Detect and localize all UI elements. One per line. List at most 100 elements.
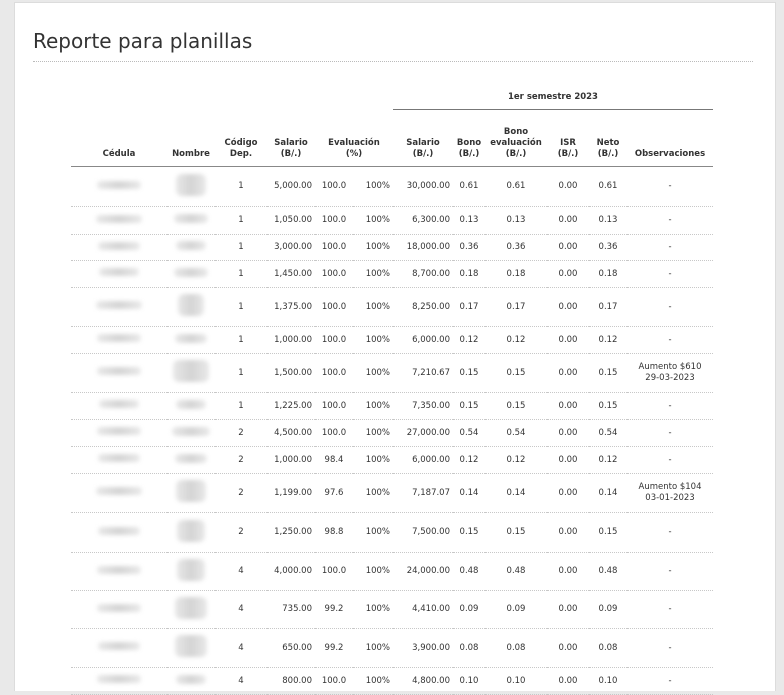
codigo-cell: 4 — [215, 590, 267, 629]
cedula-redacted — [98, 454, 140, 462]
cedula-redacted — [97, 675, 141, 683]
salario-cell: 650.00 — [267, 628, 315, 668]
bono-cell: 0.14 — [453, 473, 485, 513]
bono-cell: 0.13 — [453, 206, 485, 235]
nombre-redacted — [175, 333, 207, 343]
bono-cell: 0.15 — [453, 353, 485, 393]
isr-cell: 0.00 — [547, 552, 589, 591]
evaluacion-cell: 100.0 — [315, 166, 353, 207]
salario-cell: 1,225.00 — [267, 392, 315, 420]
salario-semestre-cell: 18,000.00 — [393, 234, 453, 261]
observaciones-cell: - — [627, 419, 713, 447]
porcentaje-cell: 100% — [353, 512, 393, 553]
salario-semestre-cell: 7,500.00 — [393, 512, 453, 553]
header-salario: Salario (B/.) — [267, 109, 315, 167]
evaluacion-cell: 98.8 — [315, 512, 353, 553]
salario-cell: 1,500.00 — [267, 353, 315, 393]
porcentaje-cell: 100% — [353, 446, 393, 474]
salario-semestre-cell: 6,000.00 — [393, 446, 453, 474]
bono-evaluacion-cell: 0.14 — [485, 473, 547, 513]
neto-cell: 0.54 — [589, 419, 627, 447]
isr-cell: 0.00 — [547, 353, 589, 393]
nombre-redacted — [176, 674, 206, 684]
isr-cell: 0.00 — [547, 206, 589, 235]
neto-cell: 0.12 — [589, 326, 627, 354]
bono-evaluacion-cell: 0.18 — [485, 260, 547, 288]
bono-evaluacion-cell: 0.61 — [485, 166, 547, 207]
porcentaje-cell: 100% — [353, 353, 393, 393]
observaciones-cell: - — [627, 206, 713, 235]
observaciones-cell: - — [627, 667, 713, 695]
observaciones-cell: - — [627, 234, 713, 261]
porcentaje-cell: 100% — [353, 234, 393, 261]
porcentaje-cell: 100% — [353, 326, 393, 354]
cedula-redacted — [97, 334, 141, 342]
isr-cell: 0.00 — [547, 287, 589, 327]
table-row: 4 650.00 99.2 100% 3,900.00 0.08 0.08 0.00 0.08- — [71, 628, 713, 668]
report-card: Reporte para planillas 1er semestre 2023… — [14, 2, 776, 695]
neto-cell: 0.12 — [589, 446, 627, 474]
evaluacion-cell: 97.6 — [315, 473, 353, 513]
codigo-cell: 1 — [215, 260, 267, 288]
bono-evaluacion-cell: 0.15 — [485, 353, 547, 393]
bono-cell: 0.09 — [453, 590, 485, 629]
bono-cell: 0.15 — [453, 512, 485, 553]
codigo-cell: 1 — [215, 287, 267, 327]
salario-cell: 1,199.00 — [267, 473, 315, 513]
table-row: 2 1,250.00 98.8 100% 7,500.00 0.15 0.15 0.00 0.1… — [71, 512, 713, 553]
neto-cell: 0.08 — [589, 628, 627, 668]
observaciones-cell: - — [627, 166, 713, 207]
neto-cell: 0.15 — [589, 512, 627, 553]
observaciones-cell: - — [627, 392, 713, 420]
nombre-redacted — [175, 635, 207, 657]
nombre-redacted — [176, 173, 206, 196]
cedula-redacted — [98, 241, 140, 250]
porcentaje-cell: 100% — [353, 206, 393, 235]
neto-cell: 0.17 — [589, 287, 627, 327]
bono-evaluacion-cell: 0.09 — [485, 590, 547, 629]
cedula-redacted — [97, 603, 141, 612]
isr-cell: 0.00 — [547, 590, 589, 629]
table-row: 2 4,500.00 100.0 100% 27,000.00 0.54 0.54 0.00 0… — [71, 419, 713, 447]
bono-evaluacion-cell: 0.15 — [485, 392, 547, 420]
salario-semestre-cell: 7,187.07 — [393, 473, 453, 513]
porcentaje-cell: 100% — [353, 628, 393, 668]
evaluacion-cell: 100.0 — [315, 392, 353, 420]
isr-cell: 0.00 — [547, 392, 589, 420]
evaluacion-cell: 100.0 — [315, 287, 353, 327]
neto-cell: 0.18 — [589, 260, 627, 288]
table-row: 2 1,199.00 97.6 100% 7,187.07 0.14 0.14 0.00 0.1… — [71, 473, 713, 513]
codigo-cell: 1 — [215, 326, 267, 354]
header-codigo-dep: Código Dep. — [215, 109, 267, 167]
table-row: 1 1,225.00 100.0 100% 7,350.00 0.15 0.15 0.00 0.… — [71, 392, 713, 420]
table-row: 1 1,050.00 100.0 100% 6,300.00 0.13 0.13 0.00 0.… — [71, 206, 713, 235]
bono-cell: 0.10 — [453, 667, 485, 695]
neto-cell: 0.13 — [589, 206, 627, 235]
salario-cell: 4,000.00 — [267, 552, 315, 591]
nombre-redacted — [174, 214, 208, 223]
cedula-redacted — [98, 526, 140, 535]
table-row: 1 5,000.00 100.0 100% 30,000.00 0.61 0.61 0.00 0… — [71, 166, 713, 207]
bono-cell: 0.48 — [453, 552, 485, 591]
salario-cell: 1,450.00 — [267, 260, 315, 288]
bono-cell: 0.12 — [453, 446, 485, 474]
codigo-cell: 2 — [215, 473, 267, 513]
codigo-cell: 1 — [215, 353, 267, 393]
isr-cell: 0.00 — [547, 628, 589, 668]
salario-cell: 5,000.00 — [267, 166, 315, 207]
observaciones-cell: Aumento $104 03-01-2023 — [627, 473, 713, 513]
nombre-redacted — [177, 519, 205, 542]
porcentaje-cell: 100% — [353, 287, 393, 327]
neto-cell: 0.15 — [589, 392, 627, 420]
page-title: Reporte para planillas — [33, 29, 253, 53]
isr-cell: 0.00 — [547, 512, 589, 553]
isr-cell: 0.00 — [547, 326, 589, 354]
codigo-cell: 4 — [215, 552, 267, 591]
observaciones-cell: - — [627, 628, 713, 668]
bono-evaluacion-cell: 0.15 — [485, 512, 547, 553]
bono-cell: 0.17 — [453, 287, 485, 327]
header-cedula: Cédula — [71, 109, 167, 167]
porcentaje-cell: 100% — [353, 392, 393, 420]
table-row: 1 1,500.00 100.0 100% 7,210.67 0.15 0.15 0.00 0.… — [71, 353, 713, 393]
isr-cell: 0.00 — [547, 260, 589, 288]
